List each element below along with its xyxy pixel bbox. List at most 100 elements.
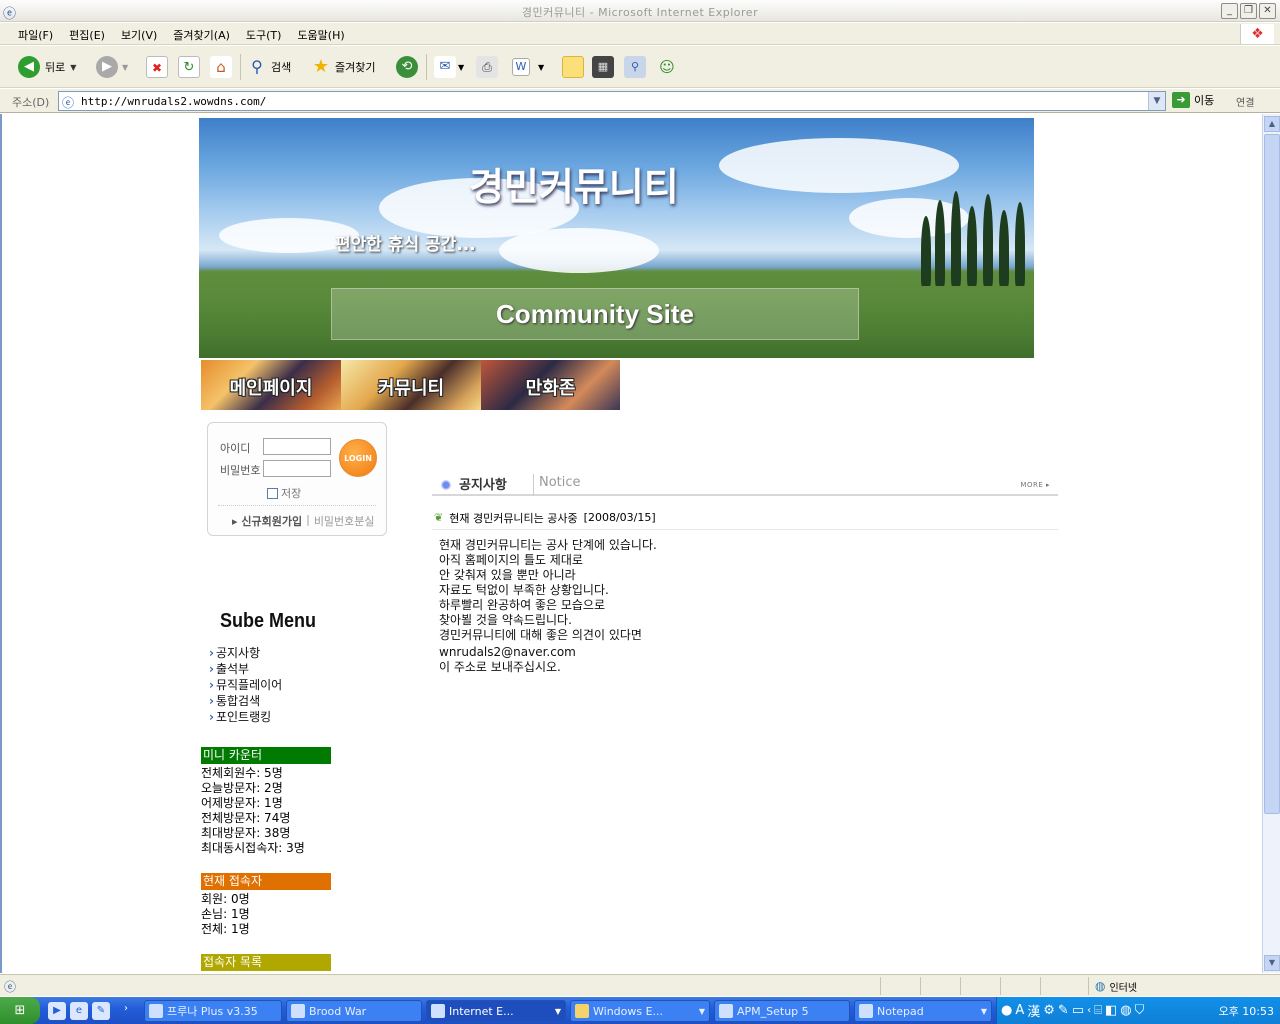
menu-tools[interactable]: 도구(T) xyxy=(238,27,290,43)
history-icon: ⟲ xyxy=(396,56,418,78)
save-checkbox[interactable]: 저장 xyxy=(267,485,301,501)
links-button[interactable]: 연결 xyxy=(1236,94,1254,109)
ime-settings-icon[interactable]: ⚙ xyxy=(1043,1003,1055,1018)
globe-icon: ◍ xyxy=(1095,979,1106,993)
home-icon: ⌂ xyxy=(210,56,232,78)
discuss-button[interactable] xyxy=(562,54,584,80)
menu-favorites[interactable]: 즐겨찾기(A) xyxy=(165,27,238,43)
tray-app-icon[interactable]: ◧ xyxy=(1105,1003,1117,1018)
home-button[interactable]: ⌂ xyxy=(210,54,232,80)
menu-bar: 파일(F) 편집(E) 보기(V) 즐겨찾기(A) 도구(T) 도움말(H) ❖ xyxy=(0,23,1280,45)
menu-file[interactable]: 파일(F) xyxy=(10,27,61,43)
clock[interactable]: 오후 10:53 xyxy=(1219,1003,1274,1019)
tray-chevron-icon[interactable]: ‹ xyxy=(1087,1005,1091,1016)
forward-button[interactable]: ▶ ▼ xyxy=(96,54,128,80)
scroll-up-icon[interactable]: ▲ xyxy=(1264,116,1280,132)
submenu-item-notice[interactable]: 공지사항 xyxy=(209,645,282,661)
submenu-item-attendance[interactable]: 출석부 xyxy=(209,661,282,677)
search-button[interactable]: ⚲ 검색 xyxy=(246,54,291,80)
password-input[interactable] xyxy=(263,460,331,477)
notice-line: 이 주소로 보내주십시오. xyxy=(439,660,561,674)
go-button[interactable]: ➜ 이동 xyxy=(1172,92,1214,108)
submenu-item-point-ranking[interactable]: 포인트랭킹 xyxy=(209,709,282,725)
media-player-icon[interactable]: ▶ xyxy=(48,1002,66,1020)
apm-icon xyxy=(719,1004,733,1018)
notice-body: 현재 경민커뮤니티는 공사 단계에 있습니다. 아직 홈페이지의 틀도 제대로 … xyxy=(439,538,657,675)
nav-comic-zone[interactable]: 만화존 xyxy=(481,360,620,410)
save-label: 저장 xyxy=(281,487,302,500)
tools-icon[interactable]: ✎ xyxy=(92,1002,110,1020)
menu-help[interactable]: 도움말(H) xyxy=(289,27,352,43)
submenu-item-music-player[interactable]: 뮤직플레이어 xyxy=(209,677,282,693)
ime-pen-icon[interactable]: ✎ xyxy=(1058,1003,1069,1018)
quicklaunch-chevron-icon[interactable]: › xyxy=(124,1003,128,1014)
scroll-down-icon[interactable]: ▼ xyxy=(1264,955,1280,971)
ie-quicklaunch-icon[interactable]: e xyxy=(70,1002,88,1020)
login-button[interactable]: LOGIN xyxy=(339,439,377,477)
ime-keyboard-icon[interactable]: ▭ xyxy=(1072,1003,1084,1018)
back-button[interactable]: ◀ 뒤로 ▼ xyxy=(18,54,76,80)
refresh-button[interactable]: ↻ xyxy=(178,54,200,80)
notice-header: 공지사항 Notice MORE ▸ xyxy=(432,470,1058,496)
menu-edit[interactable]: 편집(E) xyxy=(61,27,113,43)
tray-globe-icon[interactable]: ◍ xyxy=(1120,1003,1131,1018)
login-links-separator: | xyxy=(306,513,310,526)
submenu-item-search[interactable]: 통합검색 xyxy=(209,693,282,709)
korean-flag-icon[interactable]: ● xyxy=(1001,1003,1012,1018)
close-button[interactable]: ✕ xyxy=(1259,3,1276,19)
more-link[interactable]: MORE ▸ xyxy=(1020,481,1050,489)
task-windows-explorer[interactable]: Windows E... ▼ xyxy=(570,1000,710,1022)
network-icon[interactable]: ⌸ xyxy=(1094,1003,1102,1018)
user-line: 손님: 1명 xyxy=(201,907,250,921)
nav-main-page[interactable]: 메인페이지 xyxy=(201,360,341,410)
ime-bar: ● A 漢 ⚙ ✎ ▭ ‹ ⌸ ◧ ◍ ⛉ xyxy=(1001,1001,1144,1020)
research-button[interactable]: ⚲ xyxy=(624,54,646,80)
start-button[interactable]: ⊞ xyxy=(0,997,40,1024)
scroll-thumb[interactable] xyxy=(1264,134,1280,814)
menu-view[interactable]: 보기(V) xyxy=(113,27,165,43)
address-label: 주소(D) xyxy=(12,96,50,109)
notice-line: 현재 경민커뮤니티는 공사 단계에 있습니다. xyxy=(439,538,657,552)
messenger-button[interactable]: ☺ xyxy=(656,54,678,80)
edit-button[interactable]: W ▼ xyxy=(512,54,544,80)
page-icon: ⓔ xyxy=(62,96,75,110)
address-url[interactable]: http://wnrudals2.wowdns.com/ xyxy=(81,95,266,108)
address-field[interactable]: ⓔ http://wnrudals2.wowdns.com/ ▼ xyxy=(58,91,1166,111)
main-nav: 메인페이지 커뮤니티 만화존 xyxy=(201,360,620,410)
save-checkbox-box[interactable] xyxy=(267,487,278,499)
security-shield-icon[interactable]: ⛉ xyxy=(1135,1003,1145,1018)
restore-button[interactable]: ❐ xyxy=(1240,3,1257,19)
history-button[interactable]: ⟲ xyxy=(396,54,418,80)
stop-button[interactable]: ✖ xyxy=(146,54,168,80)
task-brood-war[interactable]: Brood War xyxy=(286,1000,422,1022)
media-button[interactable]: ▦ xyxy=(592,54,614,80)
notice-subject[interactable]: 현재 경민커뮤니티는 공사중 xyxy=(449,510,577,526)
notice-subject-row[interactable]: ❦ 현재 경민커뮤니티는 공사중 [2008/03/15] xyxy=(432,506,1058,530)
counter-line: 오늘방문자: 2명 xyxy=(201,781,283,795)
stop-icon: ✖ xyxy=(146,56,168,78)
zone-label: 인터넷 xyxy=(1109,982,1138,994)
task-apm-setup[interactable]: APM_Setup 5 xyxy=(714,1000,850,1022)
favorites-button[interactable]: ★ 즐겨찾기 xyxy=(310,54,376,80)
task-notepad[interactable]: Notepad ▼ xyxy=(854,1000,992,1022)
nav-community[interactable]: 커뮤니티 xyxy=(341,360,481,410)
address-dropdown-icon[interactable]: ▼ xyxy=(1148,92,1165,110)
notice-title[interactable]: 공지사항 xyxy=(459,474,507,493)
back-label: 뒤로 xyxy=(45,61,66,74)
favorites-label: 즐겨찾기 xyxy=(335,61,376,74)
find-password-link[interactable]: 비밀번호분실 xyxy=(314,513,375,529)
minimize-button[interactable]: _ xyxy=(1221,3,1238,19)
word-icon: W xyxy=(512,58,530,76)
print-button[interactable]: ⎙ xyxy=(476,54,498,80)
id-input[interactable] xyxy=(263,438,331,455)
ime-mode-icon[interactable]: A xyxy=(1015,1003,1024,1018)
hanja-icon[interactable]: 漢 xyxy=(1027,1001,1040,1020)
mail-button[interactable]: ✉ ▼ xyxy=(434,54,464,80)
task-pruna[interactable]: 프루나 Plus v3.35 xyxy=(144,1000,282,1022)
task-group-dropdown-icon: ▼ xyxy=(554,1006,561,1016)
mail-icon: ✉ xyxy=(434,56,456,78)
signup-link[interactable]: ▸ 신규회원가입 xyxy=(232,513,302,529)
vertical-scrollbar[interactable]: ▲ ▼ xyxy=(1262,114,1280,973)
task-group-dropdown-icon: ▼ xyxy=(698,1006,705,1016)
task-internet-explorer[interactable]: Internet E... ▼ xyxy=(426,1000,566,1022)
